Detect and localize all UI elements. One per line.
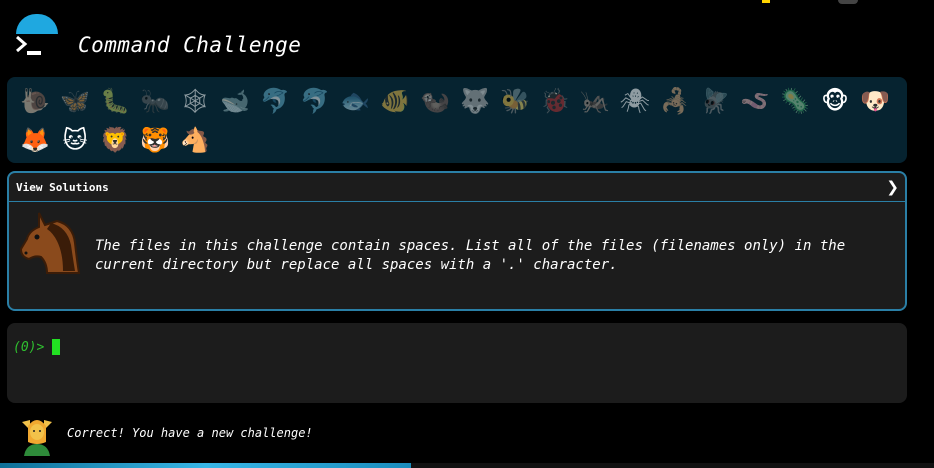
header: Command Challenge xyxy=(0,28,934,62)
animal-icon[interactable]: 🦦 xyxy=(415,83,455,119)
chevron-right-icon[interactable]: ❯ xyxy=(886,178,899,196)
animal-icon[interactable]: 🐱 xyxy=(55,122,95,158)
animal-icon[interactable]: 🐴 xyxy=(175,122,215,158)
challenge-text-line-2: current directory but replace all spaces… xyxy=(95,257,618,273)
terminal-prompt: (0)> xyxy=(13,340,45,355)
challenge-description: The files in this challenge contain spac… xyxy=(95,237,885,275)
terminal-icon xyxy=(16,35,41,55)
progress-fill xyxy=(0,463,411,468)
animal-icon[interactable]: 🪱 xyxy=(735,83,775,119)
status-message: Correct! You have a new challenge! xyxy=(67,426,313,440)
animal-icon[interactable]: 🐋 xyxy=(215,83,255,119)
challenge-text-line-1: The files in this challenge contain spac… xyxy=(95,238,846,254)
animal-icon[interactable]: 🦁 xyxy=(95,122,135,158)
terminal-cursor xyxy=(52,339,60,355)
animal-icon[interactable]: 🐯 xyxy=(135,122,175,158)
animal-icon[interactable]: 🕸 xyxy=(175,83,215,119)
top-indicator-grey xyxy=(838,0,858,4)
top-indicator xyxy=(762,0,770,3)
animal-row-1: 🐌 🦋 🐛 🐜 🕸 🐋 🐬 🐬 🐟 🐠 🦦 🐺 🐝 🐞 🦗 🕷 🦂 🪰 🪱 🦠 🐵 🐶 xyxy=(15,83,895,119)
animal-icon[interactable]: 🐵 xyxy=(815,83,855,119)
animal-icon[interactable]: 🐬 xyxy=(295,83,335,119)
animal-icon[interactable]: 🐝 xyxy=(495,83,535,119)
view-solutions-toggle[interactable]: View Solutions ❯ xyxy=(9,173,905,202)
animal-icon[interactable]: 🐠 xyxy=(375,83,415,119)
animal-icon[interactable]: 🦊 xyxy=(15,122,55,158)
animal-icon[interactable]: 🐺 xyxy=(455,83,495,119)
elf-avatar-icon xyxy=(22,420,52,456)
animal-icon[interactable]: 🐬 xyxy=(255,83,295,119)
animal-icon[interactable]: 🐶 xyxy=(855,83,895,119)
challenge-animal-selector: 🐌 🦋 🐛 🐜 🕸 🐋 🐬 🐬 🐟 🐠 🦦 🐺 🐝 🐞 🦗 🕷 🦂 🪰 🪱 🦠 🐵 🐶 🦊 🐱 🦁 🐯 🐴 xyxy=(7,77,907,163)
view-solutions-label: View Solutions xyxy=(16,181,109,194)
terminal-input[interactable]: (0)> xyxy=(7,323,907,403)
status-area: Correct! You have a new challenge! xyxy=(0,410,934,468)
horse-icon xyxy=(19,212,81,274)
animal-row-2: 🦊 🐱 🦁 🐯 🐴 xyxy=(15,122,215,158)
animal-icon[interactable]: 🐌 xyxy=(15,83,55,119)
animal-icon[interactable]: 🪰 xyxy=(695,83,735,119)
progress-bar xyxy=(0,463,934,468)
animal-icon[interactable]: 🦂 xyxy=(655,83,695,119)
animal-icon[interactable]: 🕷 xyxy=(615,83,655,119)
animal-icon[interactable]: 🐞 xyxy=(535,83,575,119)
animal-icon[interactable]: 🦗 xyxy=(575,83,615,119)
animal-icon[interactable]: 🐟 xyxy=(335,83,375,119)
challenge-panel: View Solutions ❯ The files in this chall… xyxy=(7,171,907,311)
animal-icon[interactable]: 🦋 xyxy=(55,83,95,119)
animal-icon[interactable]: 🐜 xyxy=(135,83,175,119)
animal-icon[interactable]: 🦠 xyxy=(775,83,815,119)
animal-icon[interactable]: 🐛 xyxy=(95,83,135,119)
page-title: Command Challenge xyxy=(78,33,302,57)
